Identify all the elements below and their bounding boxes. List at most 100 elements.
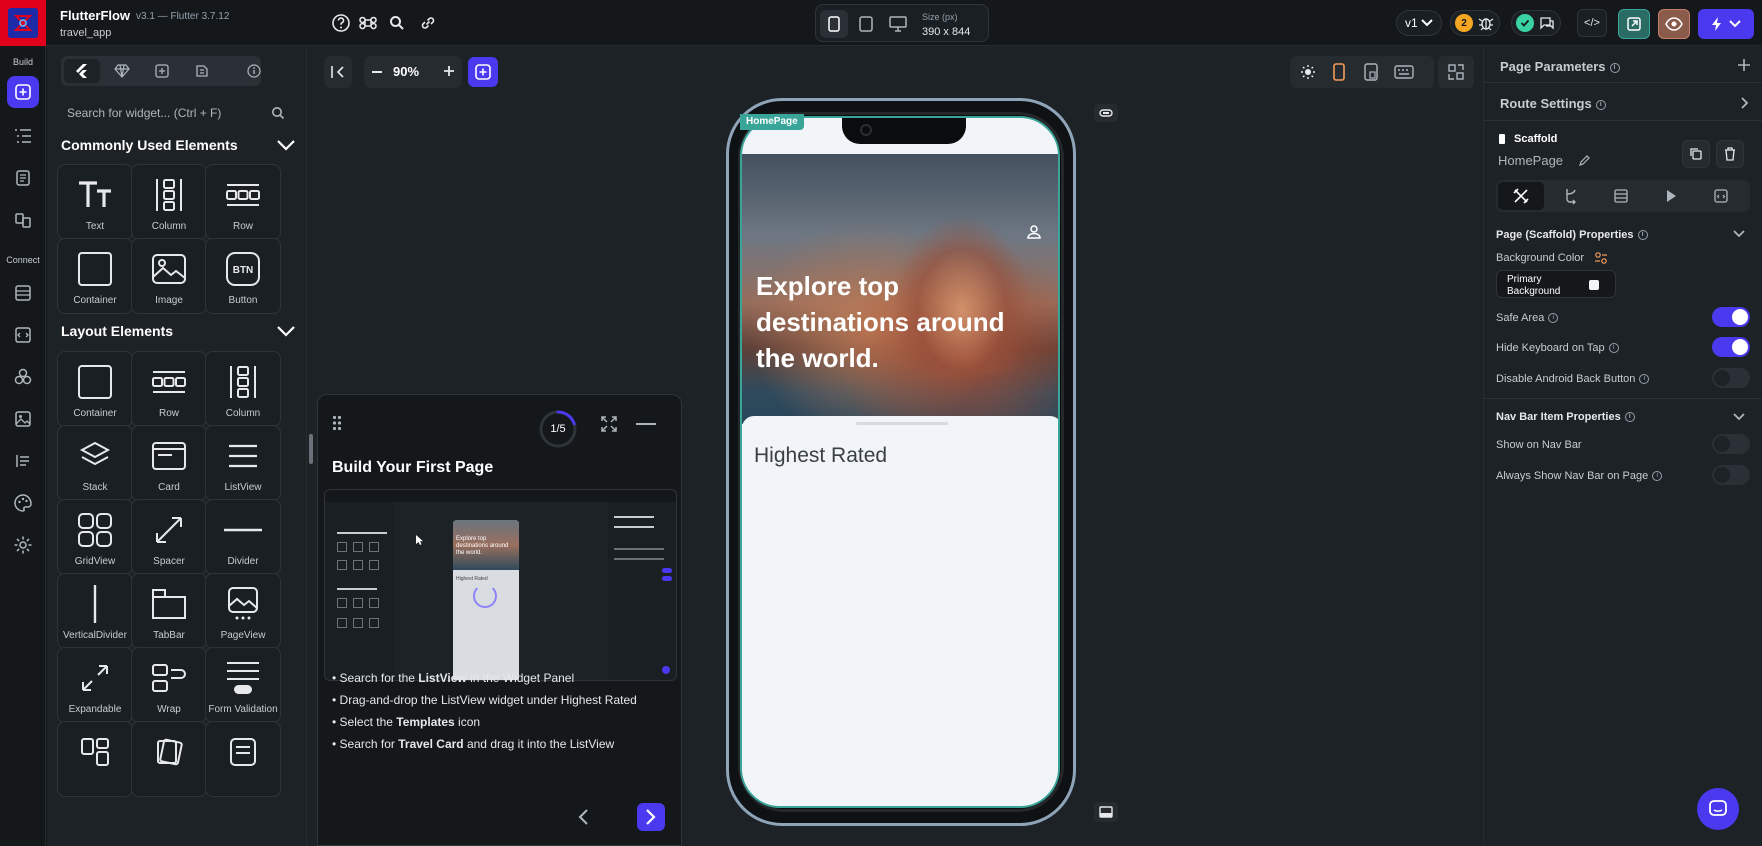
phone-preview-icon[interactable]	[1333, 63, 1345, 81]
delete-widget-button[interactable]	[1716, 140, 1744, 168]
minimize-button[interactable]	[636, 423, 656, 425]
flutterflow-logo[interactable]	[0, 0, 46, 46]
info-icon[interactable]: i	[1548, 313, 1559, 324]
color-picker-icon[interactable]	[1594, 251, 1608, 265]
canvas-settings-button[interactable]	[1438, 56, 1474, 88]
tab-widgets[interactable]	[64, 59, 100, 83]
safe-area-toggle[interactable]	[1712, 307, 1750, 327]
tablet-device-button[interactable]	[852, 10, 880, 38]
add-widget-button[interactable]	[468, 57, 498, 87]
info-icon[interactable]: i	[1595, 99, 1606, 110]
phone-device-button[interactable]	[820, 10, 848, 38]
copy-widget-button[interactable]	[1682, 140, 1710, 168]
common-button-widget[interactable]: BTN Button	[205, 238, 281, 314]
chevron-down-icon[interactable]	[275, 322, 297, 344]
search-icon[interactable]	[271, 106, 285, 120]
hero-image[interactable]: Explore top destinations around the worl…	[742, 154, 1058, 424]
zoom-value[interactable]: 90%	[393, 64, 419, 79]
navbar-properties-title[interactable]: Nav Bar Item Properties i	[1496, 411, 1635, 423]
run-button[interactable]	[1698, 9, 1754, 39]
desktop-device-button[interactable]	[884, 10, 912, 38]
integrations-icon[interactable]	[11, 365, 35, 389]
layout-pageview-widget[interactable]: PageView	[205, 573, 281, 649]
code-view-button[interactable]: </>	[1577, 9, 1607, 37]
database-icon[interactable]	[11, 281, 35, 305]
info-icon[interactable]: i	[1608, 343, 1619, 354]
info-icon[interactable]: i	[1639, 374, 1650, 385]
common-column-widget[interactable]: Column	[131, 164, 207, 240]
command-icon[interactable]	[357, 12, 379, 34]
edit-pencil-icon[interactable]	[1578, 155, 1590, 167]
media-assets-icon[interactable]	[11, 407, 35, 431]
previous-step-button[interactable]	[569, 803, 597, 831]
phone-screen[interactable]: Explore top destinations around the worl…	[740, 116, 1060, 808]
layout-column-widget[interactable]: Column	[205, 351, 281, 427]
hide-keyboard-toggle[interactable]	[1712, 337, 1750, 357]
content-sheet[interactable]: Highest Rated	[742, 416, 1058, 806]
layout-verticaldivider-widget[interactable]: VerticalDivider	[57, 573, 133, 649]
custom-code-icon[interactable]	[11, 449, 35, 473]
more-widget-card[interactable]	[57, 721, 133, 797]
highest-rated-title[interactable]: Highest Rated	[754, 444, 887, 468]
debug-button[interactable]: 2	[1450, 10, 1500, 36]
size-value[interactable]: 390 x 844	[922, 26, 970, 38]
tab-templates[interactable]	[104, 59, 140, 83]
search-icon[interactable]	[386, 12, 408, 34]
disable-back-toggle[interactable]	[1712, 368, 1750, 388]
light-mode-icon[interactable]	[1300, 64, 1316, 80]
widget-tree-icon[interactable]	[11, 124, 35, 148]
layout-container-widget[interactable]: Container	[57, 351, 133, 427]
pages-icon[interactable]	[11, 166, 35, 190]
background-color-picker[interactable]: Primary Background	[1496, 270, 1616, 298]
layout-form-validation-widget[interactable]: Form Validation	[205, 647, 281, 723]
info-icon[interactable]	[247, 64, 261, 78]
chevron-down-icon[interactable]	[275, 136, 297, 158]
common-image-widget[interactable]: Image	[131, 238, 207, 314]
common-row-widget[interactable]: Row	[205, 164, 281, 240]
tab-animations[interactable]	[1648, 182, 1694, 210]
info-icon[interactable]: i	[1637, 230, 1648, 241]
layout-card-widget[interactable]: Card	[131, 425, 207, 501]
common-text-widget[interactable]: Text	[57, 164, 133, 240]
zoom-in-button[interactable]	[442, 64, 456, 78]
layout-tabbar-widget[interactable]: TabBar	[131, 573, 207, 649]
api-calls-icon[interactable]	[11, 323, 35, 347]
tab-code[interactable]	[1698, 182, 1744, 210]
page-parameters-row[interactable]: Page Parameters i	[1500, 59, 1620, 74]
route-settings-row[interactable]: Route Settings i	[1500, 96, 1606, 111]
info-icon[interactable]: i	[1652, 471, 1663, 482]
page-name-label[interactable]: HomePage	[1498, 153, 1563, 168]
help-chat-button[interactable]	[1697, 788, 1739, 830]
tab-backend-query[interactable]	[1598, 182, 1644, 210]
add-parameter-icon[interactable]	[1737, 58, 1751, 72]
scaffold-properties-title[interactable]: Page (Scaffold) Properties i	[1496, 229, 1648, 241]
layout-spacer-widget[interactable]: Spacer	[131, 499, 207, 575]
common-container-widget[interactable]: Container	[57, 238, 133, 314]
tab-libraries[interactable]	[184, 59, 220, 83]
person-icon[interactable]	[1026, 224, 1042, 240]
info-icon[interactable]: i	[1624, 412, 1635, 423]
layout-gridview-widget[interactable]: GridView	[57, 499, 133, 575]
panel-scrollbar-thumb[interactable]	[309, 434, 313, 464]
zoom-out-button[interactable]	[372, 71, 382, 73]
project-name[interactable]: travel_app	[60, 27, 111, 39]
collaboration-button[interactable]	[1511, 10, 1561, 36]
always-show-nav-toggle[interactable]	[1712, 465, 1750, 485]
hero-title[interactable]: Explore top destinations around the worl…	[756, 268, 1046, 376]
chevron-down-icon[interactable]	[1732, 412, 1746, 422]
more-widget-card[interactable]	[205, 721, 281, 797]
layout-row-widget[interactable]: Row	[131, 351, 207, 427]
chevron-right-icon[interactable]	[1740, 96, 1750, 110]
widget-search-input[interactable]	[61, 98, 293, 128]
tab-actions[interactable]	[1548, 182, 1594, 210]
more-widget-card[interactable]	[131, 721, 207, 797]
toggle-notch-button[interactable]	[1094, 104, 1118, 122]
components-icon[interactable]	[11, 208, 35, 232]
expand-icon[interactable]	[600, 415, 618, 433]
info-icon[interactable]: i	[1609, 62, 1620, 73]
toggle-keyboard-button[interactable]	[1094, 802, 1118, 822]
keyboard-icon[interactable]	[1394, 65, 1414, 79]
link-icon[interactable]	[417, 12, 439, 34]
version-selector[interactable]: v1	[1396, 10, 1442, 36]
tablet-preview-icon[interactable]	[1364, 63, 1378, 81]
